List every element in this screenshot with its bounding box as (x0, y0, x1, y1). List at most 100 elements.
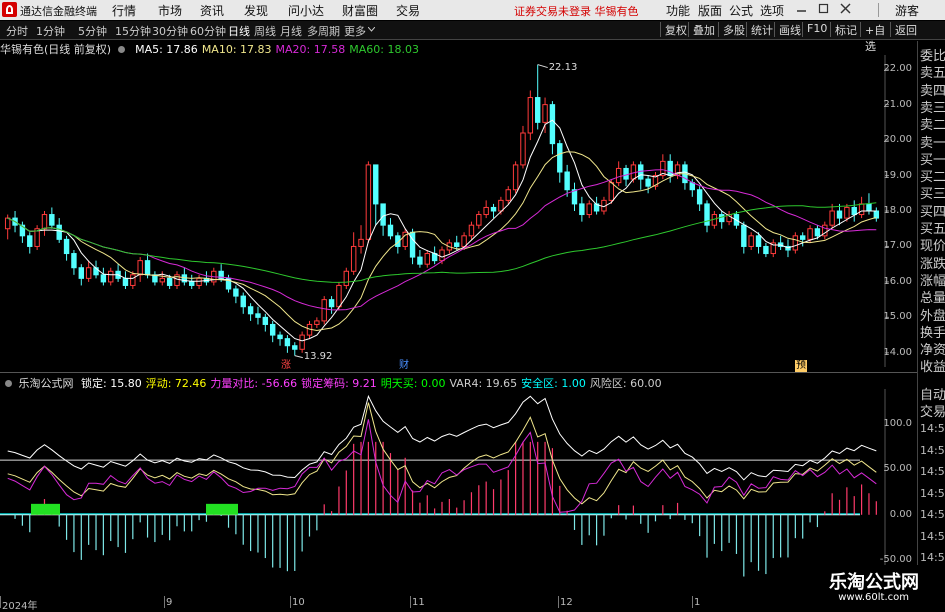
menu-item-wealth[interactable]: 财富圈 (342, 2, 378, 19)
candle (704, 200, 710, 233)
candle (645, 175, 651, 194)
marker-forecast[interactable]: 预 (795, 360, 807, 372)
auto-trade-label[interactable]: 交易 (920, 401, 945, 420)
login-warning[interactable]: 证券交易未登录 华锡有色 (514, 3, 639, 19)
y-tick-label: 21.00 (883, 98, 912, 110)
quote-field-label[interactable]: 买一 (920, 149, 945, 168)
btn-draw[interactable]: 画线 (774, 22, 802, 37)
candle (358, 225, 364, 254)
app-title: 通达信金融终端 (20, 5, 97, 18)
quote-field-label[interactable]: 委比 (920, 45, 945, 64)
ma-legend: 华锡有色(日线 前复权) MA5: 17.86 MA10: 17.83 MA20: … (0, 41, 419, 56)
quote-field-label[interactable]: 涨幅 (920, 270, 945, 289)
guest-button[interactable]: 游客 (895, 2, 919, 19)
indicator-chart[interactable] (0, 389, 917, 595)
menu-layout[interactable]: 版面 (698, 2, 722, 19)
menu-function[interactable]: 功能 (666, 2, 690, 19)
settings-circle-icon[interactable] (117, 45, 126, 54)
quote-field-label[interactable]: 收益 (920, 356, 945, 375)
menu-item-trade[interactable]: 交易 (396, 2, 420, 19)
date-tick (692, 596, 693, 608)
candle (314, 317, 320, 328)
candle (799, 232, 806, 247)
menu-options[interactable]: 选项 (760, 2, 784, 19)
period-1min[interactable]: 1分钟 (36, 23, 65, 39)
quote-field-label[interactable]: 卖三 (920, 97, 945, 116)
period-multi[interactable]: 多周期 (307, 23, 340, 39)
candle (350, 232, 357, 275)
btn-back[interactable]: 返回 (890, 22, 918, 37)
y-tick-label: 15.00 (883, 311, 912, 323)
btn-stats[interactable]: 统计 (746, 22, 774, 37)
quote-field-label[interactable]: 卖四 (920, 80, 945, 99)
minimize-icon[interactable] (796, 3, 807, 14)
candle (181, 267, 188, 286)
candle (674, 161, 681, 180)
candle (108, 267, 114, 286)
candle (122, 271, 129, 289)
quote-field-label[interactable]: 卖二 (920, 114, 945, 133)
candle (247, 303, 254, 321)
candle (836, 203, 843, 226)
period-day[interactable]: 日线 (228, 23, 250, 39)
date-tick (558, 596, 559, 608)
low-price-label: 13.92 (303, 350, 333, 362)
quote-field-label[interactable]: 涨跌 (920, 253, 945, 272)
date-tick (0, 596, 1, 608)
high-price-label: 22.13 (548, 61, 578, 73)
candle (387, 218, 394, 240)
y-tick-label: 22.00 (883, 63, 912, 75)
period-month[interactable]: 月线 (280, 23, 302, 39)
btn-overlay[interactable]: 叠加 (688, 22, 718, 37)
quote-field-label[interactable]: 总量 (920, 287, 945, 306)
menu-item-news[interactable]: 资讯 (200, 2, 224, 19)
marker-limit-up[interactable]: 涨 (280, 360, 292, 372)
quote-field-label[interactable]: 卖五 (920, 62, 945, 81)
period-15min[interactable]: 15分钟 (115, 23, 151, 39)
date-tick-label: 12 (560, 597, 573, 608)
quote-field-label[interactable]: 现价 (920, 235, 945, 254)
candle (557, 140, 563, 183)
candle (822, 221, 828, 240)
candle (792, 232, 799, 254)
quote-field-label[interactable]: 卖一 (920, 132, 945, 151)
tick-time: 14:56 (920, 422, 945, 435)
candle (424, 250, 430, 268)
quote-field-label[interactable]: 净资 (920, 339, 945, 358)
candlestick-chart[interactable] (0, 55, 917, 367)
btn-f10[interactable]: F10 (802, 22, 830, 37)
quote-field-label[interactable]: 换手 (920, 322, 945, 341)
btn-restore-rights[interactable]: 复权 (660, 22, 688, 37)
indicator-settings-icon[interactable] (4, 379, 13, 388)
period-30min[interactable]: 30分钟 (152, 23, 188, 39)
candle (321, 296, 327, 325)
period-5min[interactable]: 5分钟 (78, 23, 107, 39)
menu-item-discover[interactable]: 发现 (244, 2, 268, 19)
candle (328, 296, 335, 314)
period-tick[interactable]: 分时 (6, 23, 28, 39)
close-icon[interactable] (840, 3, 851, 14)
candle (476, 211, 482, 229)
candle (571, 182, 578, 211)
period-more[interactable]: 更多 (344, 23, 366, 39)
quote-field-label[interactable]: 买四 (920, 201, 945, 220)
quote-field-label[interactable]: 买二 (920, 166, 945, 185)
buy-signal-block (31, 503, 60, 515)
candle (78, 264, 85, 286)
period-60min[interactable]: 60分钟 (190, 23, 226, 39)
btn-multi-stock[interactable]: 多股 (718, 22, 746, 37)
btn-add-watchlist[interactable]: +自选 (860, 22, 890, 53)
period-week[interactable]: 周线 (254, 23, 276, 39)
candle (284, 335, 291, 353)
menu-formula[interactable]: 公式 (729, 2, 753, 19)
quote-field-label[interactable]: 买五 (920, 218, 945, 237)
maximize-icon[interactable] (818, 3, 829, 14)
quote-field-label[interactable]: 买三 (920, 183, 945, 202)
marker-finance[interactable]: 财 (398, 360, 410, 372)
btn-mark[interactable]: 标记 (830, 22, 860, 37)
menu-item-market[interactable]: 行情 (112, 2, 136, 19)
quote-field-label[interactable]: 外盘 (920, 305, 945, 324)
date-tick (290, 596, 291, 608)
menu-item-ask[interactable]: 问小达 (288, 2, 324, 19)
menu-item-exchange[interactable]: 市场 (158, 2, 182, 19)
